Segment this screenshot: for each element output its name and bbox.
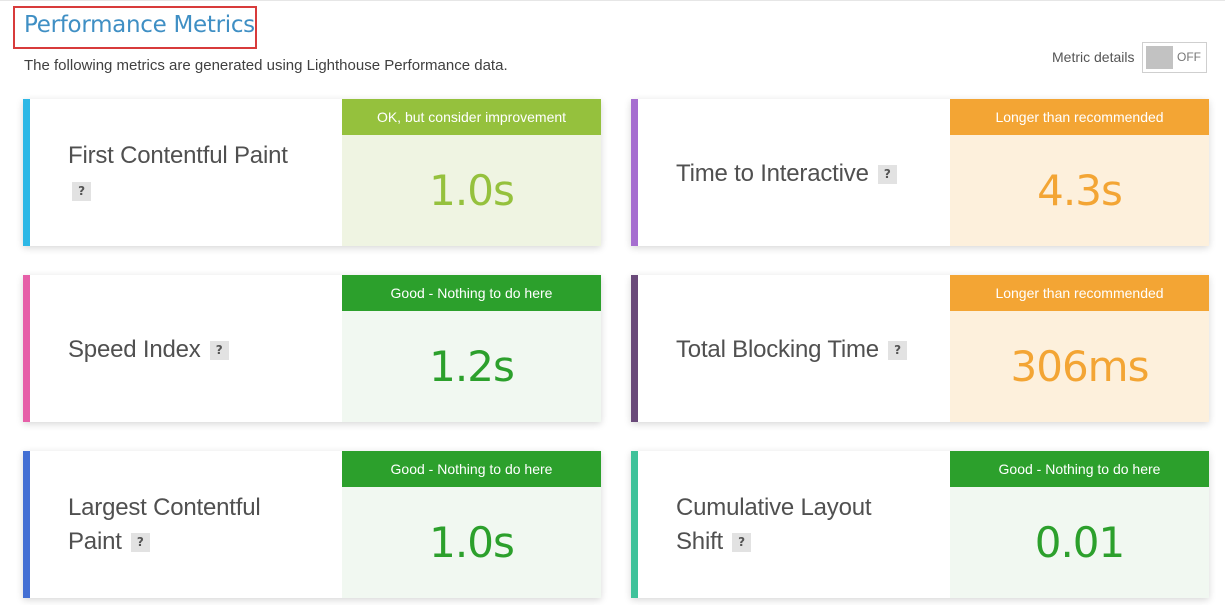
metric-name-wrapper: Cumulative Layout Shift? [676,491,906,559]
toggle-state: OFF [1177,50,1201,64]
metric-value: 306ms [950,311,1209,422]
help-icon[interactable]: ? [72,182,91,202]
metric-card-total-blocking-time: Total Blocking Time? Longer than recomme… [631,275,1209,422]
metric-name-wrapper: First Contentful Paint ? [68,139,338,207]
metric-result: Good - Nothing to do here 1.2s [342,275,601,422]
toggle-knob [1146,46,1173,69]
metric-value: 0.01 [950,487,1209,598]
metric-value: 4.3s [950,135,1209,246]
metric-result: Good - Nothing to do here 1.0s [342,451,601,598]
metric-name-wrapper: Time to Interactive? [676,157,966,191]
metric-accent-bar [631,451,638,598]
top-divider [0,0,1225,1]
metric-name-wrapper: Speed Index? [68,333,338,367]
metric-card-time-to-interactive: Time to Interactive? Longer than recomme… [631,99,1209,246]
metric-card-speed-index: Speed Index? Good - Nothing to do here 1… [23,275,601,422]
metric-value: 1.0s [342,487,601,598]
status-badge: Longer than recommended [950,275,1209,311]
page-subtitle: The following metrics are generated usin… [24,57,508,74]
metric-result: OK, but consider improvement 1.0s [342,99,601,246]
metric-accent-bar [631,275,638,422]
help-icon[interactable]: ? [130,533,150,553]
help-icon[interactable]: ? [732,533,752,553]
status-badge: Good - Nothing to do here [342,275,601,311]
metric-card-first-contentful-paint: First Contentful Paint ? OK, but conside… [23,99,601,246]
metric-card-cumulative-layout-shift: Cumulative Layout Shift? Good - Nothing … [631,451,1209,598]
status-badge: Good - Nothing to do here [950,451,1209,487]
metric-accent-bar [631,99,638,246]
status-badge: OK, but consider improvement [342,99,601,135]
metric-card-largest-contentful-paint: Largest Contentful Paint? Good - Nothing… [23,451,601,598]
metric-value: 1.0s [342,135,601,246]
metric-name: Total Blocking Time [676,336,879,363]
metric-accent-bar [23,99,30,246]
help-icon[interactable]: ? [209,341,229,361]
metric-name: First Contentful Paint [68,142,288,169]
metric-value: 1.2s [342,311,601,422]
metric-name: Speed Index [68,336,201,363]
status-badge: Good - Nothing to do here [342,451,601,487]
status-badge: Longer than recommended [950,99,1209,135]
metric-name: Largest Contentful Paint [68,494,261,555]
metric-name-wrapper: Total Blocking Time? [676,333,966,367]
metric-details-toggle[interactable]: OFF [1142,42,1207,73]
help-icon[interactable]: ? [887,341,907,361]
metric-name-wrapper: Largest Contentful Paint? [68,491,308,559]
metric-details-label: Metric details [1052,49,1135,65]
metric-result: Longer than recommended 4.3s [950,99,1209,246]
metric-accent-bar [23,451,30,598]
metric-accent-bar [23,275,30,422]
metric-name: Time to Interactive [676,160,869,187]
metric-result: Good - Nothing to do here 0.01 [950,451,1209,598]
page-title: Performance Metrics [24,12,255,38]
metric-result: Longer than recommended 306ms [950,275,1209,422]
metric-name: Cumulative Layout Shift [676,494,872,555]
help-icon[interactable]: ? [877,165,897,185]
